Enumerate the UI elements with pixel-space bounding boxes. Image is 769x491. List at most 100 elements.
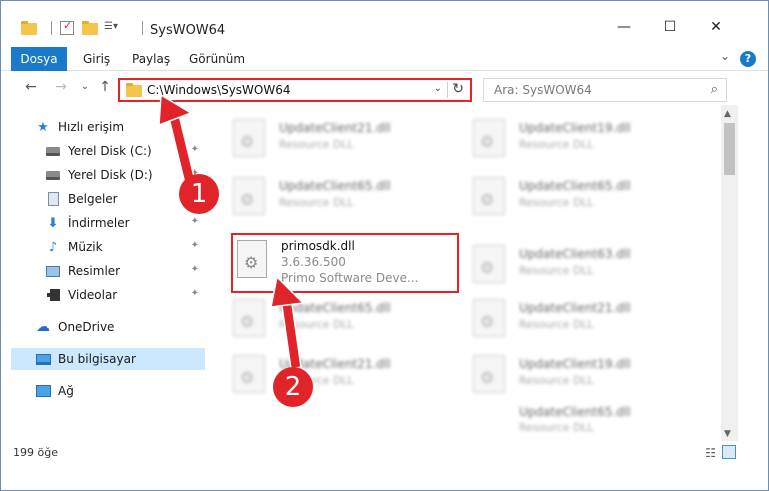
file-type: Resource DLL (279, 138, 354, 151)
tab-share[interactable]: Paylaş (132, 47, 170, 71)
file-type: Resource DLL (519, 196, 594, 209)
file-type: Resource DLL (519, 421, 594, 434)
file-item[interactable]: UpdateClient21.dll Resource DLL (211, 113, 431, 163)
close-button[interactable]: ✕ (693, 13, 739, 41)
file-name: UpdateClient65.dll (519, 405, 631, 419)
file-type: Resource DLL (519, 264, 594, 277)
music-icon: ♪ (48, 239, 58, 255)
sidebar-item-quick-access[interactable]: ★ Hızlı erişim (35, 116, 205, 138)
sidebar-item-videos[interactable]: Videolar ✦ (45, 284, 205, 306)
expand-ribbon-icon[interactable]: ⌄ (720, 49, 730, 63)
navigation-pane: ★ Hızlı erişim Yerel Disk (C:) ✦ Yerel D… (11, 109, 205, 409)
file-item[interactable]: UpdateClient19.dll Resource DLL (451, 113, 671, 163)
pin-icon[interactable]: ✦ (191, 288, 199, 299)
vertical-scrollbar[interactable]: ▲ ▼ (721, 105, 738, 441)
file-item[interactable]: UpdateClient63.dll Resource DLL (451, 239, 671, 289)
dll-file-icon (233, 177, 265, 215)
file-name: primosdk.dll (281, 239, 355, 253)
file-item-primosdk[interactable]: ⚙ primosdk.dll 3.6.36.500 Primo Software… (231, 233, 459, 293)
pin-icon[interactable]: ✦ (191, 144, 199, 155)
file-name: UpdateClient65.dll (519, 179, 631, 193)
address-path[interactable]: C:\Windows\SysWOW64 (147, 83, 291, 97)
address-row: ← → ⌄ ↑ C:\Windows\SysWOW64 ⌄ ↻ Ara: Sys… (1, 75, 768, 105)
tab-view[interactable]: Görünüm (189, 47, 245, 71)
picture-icon (45, 263, 61, 279)
pin-icon[interactable]: ✦ (191, 240, 199, 251)
dll-file-icon (233, 119, 265, 157)
dll-file-icon (233, 299, 265, 337)
search-placeholder: Ara: SysWOW64 (494, 83, 592, 97)
file-item[interactable]: UpdateClient65.dll Resource DLL (451, 405, 671, 437)
sidebar-item-label: Yerel Disk (D:) (68, 168, 153, 182)
tab-home[interactable]: Giriş (83, 47, 110, 71)
toolbar-divider (51, 21, 52, 35)
sidebar-item-label: Bu bilgisayar (58, 352, 136, 366)
address-divider (447, 82, 448, 98)
sidebar-item-label: Resimler (68, 264, 121, 278)
properties-icon[interactable]: ✓ (60, 19, 74, 35)
refresh-icon[interactable]: ↻ (452, 81, 464, 97)
status-bar: 199 öğe ☷ (1, 443, 768, 465)
up-button[interactable]: ↑ (95, 79, 115, 95)
sidebar-item-pictures[interactable]: Resimler ✦ (45, 260, 205, 282)
forward-button[interactable]: → (51, 79, 71, 95)
file-item[interactable]: UpdateClient21.dll Resource DLL (211, 349, 431, 399)
computer-icon (35, 351, 51, 367)
sidebar-item-label: Videolar (68, 288, 118, 302)
customize-toolbar-icon[interactable]: ☰▾ (104, 21, 126, 35)
file-name: UpdateClient63.dll (519, 247, 631, 261)
folder-icon (126, 83, 142, 97)
sidebar-item-downloads[interactable]: ⬇ İndirmeler ✦ (45, 212, 205, 234)
sidebar-item-label: Yerel Disk (C:) (68, 144, 152, 158)
file-item[interactable]: UpdateClient65.dll Resource DLL (451, 171, 671, 221)
dll-file-icon (473, 355, 505, 393)
search-input[interactable]: Ara: SysWOW64 ⌕ (483, 78, 727, 102)
recent-locations-button[interactable]: ⌄ (75, 81, 95, 92)
large-icons-view-icon[interactable] (722, 445, 736, 459)
search-icon[interactable]: ⌕ (711, 82, 718, 97)
item-count: 199 öğe (13, 446, 58, 459)
new-folder-icon[interactable] (82, 21, 98, 35)
file-item[interactable]: UpdateClient21.dll Resource DLL (451, 293, 671, 343)
details-view-icon[interactable]: ☷ (705, 446, 716, 460)
back-button[interactable]: ← (21, 79, 41, 95)
help-icon[interactable]: ? (740, 51, 756, 67)
window-title: SysWOW64 (150, 23, 226, 38)
dll-file-icon (473, 119, 505, 157)
sidebar-item-label: Hızlı erişim (58, 120, 125, 134)
file-company: Primo Software Deve... (281, 271, 419, 285)
file-name: UpdateClient65.dll (279, 301, 391, 315)
scroll-down-icon[interactable]: ▼ (724, 429, 731, 439)
file-name: UpdateClient65.dll (279, 179, 391, 193)
sidebar-item-label: OneDrive (58, 320, 115, 334)
file-type: Resource DLL (279, 318, 354, 331)
file-name: UpdateClient21.dll (519, 301, 631, 315)
minimize-button[interactable]: — (601, 13, 647, 41)
scrollbar-thumb[interactable] (724, 123, 735, 175)
tab-file[interactable]: Dosya (11, 47, 67, 71)
dll-file-icon (233, 355, 265, 393)
maximize-button[interactable]: ☐ (647, 13, 693, 41)
sidebar-item-label: Belgeler (68, 192, 118, 206)
pin-icon[interactable]: ✦ (191, 264, 199, 275)
file-item[interactable]: UpdateClient65.dll Resource DLL (211, 171, 431, 221)
file-item[interactable]: UpdateClient65.dll Resource DLL (211, 293, 431, 343)
chevron-down-icon[interactable]: ⌄ (434, 83, 442, 94)
scroll-up-icon[interactable]: ▲ (724, 109, 731, 119)
quick-access-toolbar: ✓ ☰▾ (21, 19, 151, 35)
folder-icon (21, 21, 37, 35)
sidebar-item-onedrive[interactable]: ☁ OneDrive (35, 316, 205, 338)
address-bar[interactable]: C:\Windows\SysWOW64 ⌄ ↻ (118, 78, 472, 102)
sidebar-item-label: Müzik (68, 240, 103, 254)
sidebar-item-this-pc[interactable]: Bu bilgisayar (11, 348, 205, 370)
sidebar-item-network[interactable]: Ağ (35, 380, 205, 402)
pin-icon[interactable]: ✦ (191, 216, 199, 227)
sidebar-item-local-disk-c[interactable]: Yerel Disk (C:) ✦ (45, 140, 205, 162)
dll-file-icon (473, 245, 505, 283)
sidebar-item-label: Ağ (58, 384, 74, 398)
gear-icon: ⚙ (244, 253, 259, 272)
sidebar-item-music[interactable]: ♪ Müzik ✦ (45, 236, 205, 258)
title-bar: ✓ ☰▾ SysWOW64 — ☐ ✕ (1, 1, 768, 41)
video-icon (45, 287, 61, 303)
file-item[interactable]: UpdateClient19.dll Resource DLL (451, 349, 671, 399)
